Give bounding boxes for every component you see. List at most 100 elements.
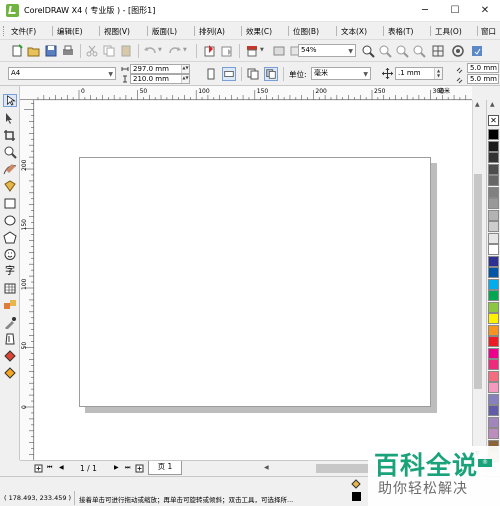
ellipse-tool-icon[interactable] [3,214,17,227]
scroll-left-arrow[interactable]: ◀ [264,464,269,471]
color-swatch[interactable] [488,129,499,140]
zoom-level-select[interactable]: 54% ▼ [298,44,356,57]
color-swatch[interactable] [488,428,499,439]
maximize-button[interactable]: ☐ [440,0,470,22]
basic-shapes-tool-icon[interactable] [3,248,17,261]
smart-fill-tool-icon[interactable] [3,180,17,193]
color-swatch[interactable] [488,370,499,382]
zoom-tool-icon[interactable] [3,146,17,159]
redo-dropdown-icon[interactable]: ▼ [183,47,187,53]
menu-layout[interactable]: 版面(L) [152,26,177,37]
vertical-ruler[interactable]: 200 150 100 50 0 [20,100,34,460]
color-swatch[interactable] [488,198,499,209]
vertical-scroll-thumb[interactable] [474,174,482,389]
color-swatch[interactable] [488,140,499,152]
scroll-up-arrow[interactable]: ▲ [475,101,480,108]
previous-page-button[interactable]: ◀ [59,464,64,471]
zoom-page-icon[interactable] [412,44,426,58]
color-swatch[interactable] [488,255,499,267]
duplicate-distance-y-input[interactable]: 5.0 mm [467,74,499,84]
import-icon[interactable] [203,44,217,58]
page-tab[interactable]: 页 1 [148,461,182,475]
color-swatch[interactable] [488,175,499,186]
crop-tool-icon[interactable] [3,129,17,142]
redo-icon[interactable] [168,44,182,58]
portrait-orientation-icon[interactable] [204,67,218,81]
landscape-orientation-icon[interactable] [222,67,236,81]
fill-color-indicator[interactable] [352,492,361,501]
all-pages-icon[interactable] [246,67,260,81]
cut-icon[interactable] [85,44,99,58]
rectangle-tool-icon[interactable] [3,197,17,210]
menu-effects[interactable]: 效果(C) [246,26,272,37]
no-fill-swatch[interactable]: ✕ [488,115,499,126]
page-width-input[interactable]: 297.0 mm ▲▼ [130,64,190,74]
menu-arrange[interactable]: 排列(A) [199,26,225,37]
print-icon[interactable] [61,44,75,58]
menu-text[interactable]: 文本(X) [341,26,367,37]
color-swatch[interactable] [488,221,499,232]
interactive-blend-tool-icon[interactable] [3,299,17,312]
color-swatch[interactable] [488,278,499,290]
options-icon[interactable] [451,44,465,58]
save-icon[interactable] [44,44,58,58]
last-page-button[interactable]: ⏭ [125,464,130,472]
fill-tool-icon[interactable] [3,350,17,363]
zoom-out-icon[interactable] [378,44,392,58]
menu-tools[interactable]: 工具(O) [435,26,462,37]
units-select[interactable]: 毫米 ▼ [311,67,371,80]
color-swatch[interactable] [488,382,499,393]
application-launcher-icon[interactable] [245,44,259,58]
minimize-button[interactable]: ─ [410,0,440,22]
color-swatch[interactable] [488,244,499,255]
color-swatch[interactable] [488,267,499,278]
launcher-dropdown-icon[interactable]: ▼ [260,47,264,53]
menu-file[interactable]: 文件(F) [11,26,36,37]
document-page[interactable] [79,157,431,407]
color-swatch[interactable] [488,209,499,221]
palette-scroll-up-arrow[interactable]: ▲ [490,101,495,108]
page-size-select[interactable]: A4 ▼ [8,67,116,80]
outline-tool-icon[interactable] [3,333,17,346]
pick-tool-icon[interactable] [3,94,17,107]
undo-icon[interactable] [143,44,157,58]
text-tool-icon[interactable]: 字 [3,265,17,278]
color-swatch[interactable] [488,301,499,313]
fill-indicator-icon[interactable] [351,479,361,489]
menu-view[interactable]: 视图(V) [104,26,130,37]
horizontal-scroll-thumb[interactable] [316,464,376,473]
color-swatch[interactable] [488,416,499,428]
welcome-screen-icon[interactable] [272,44,286,58]
export-icon[interactable] [220,44,234,58]
freehand-tool-icon[interactable] [3,163,17,176]
color-swatch[interactable] [488,232,499,244]
zoom-in-icon[interactable] [361,44,375,58]
color-swatch[interactable] [488,163,499,175]
color-swatch[interactable] [488,347,499,359]
color-swatch[interactable] [488,405,499,416]
new-document-icon[interactable] [10,44,24,58]
zoom-selected-icon[interactable] [395,44,409,58]
first-page-button[interactable]: ⏮ [47,464,52,472]
current-page-icon[interactable] [264,67,278,81]
undo-dropdown-icon[interactable]: ▼ [158,47,162,53]
page-height-input[interactable]: 210.0 mm ▲▼ [130,74,190,84]
paste-icon[interactable] [119,44,133,58]
close-button[interactable]: ✕ [470,0,500,22]
color-swatch[interactable] [488,324,499,336]
nudge-distance-input[interactable]: .1 mm ▲ ▼ [395,67,443,80]
menu-bitmaps[interactable]: 位图(B) [293,26,319,37]
color-swatch[interactable] [488,359,499,370]
eyedropper-tool-icon[interactable] [3,316,17,329]
menu-edit[interactable]: 编辑(E) [57,26,83,37]
copy-icon[interactable] [102,44,116,58]
menu-table[interactable]: 表格(T) [388,26,413,37]
horizontal-ruler[interactable]: 0 50 100 150 200 250 300 毫米 [20,86,472,100]
color-swatch[interactable] [488,152,499,163]
interactive-fill-tool-icon[interactable] [3,367,17,380]
color-swatch[interactable] [488,336,499,347]
snap-to-icon[interactable] [431,44,445,58]
color-swatch[interactable] [488,393,499,405]
menu-window[interactable]: 窗口 [481,26,496,37]
next-page-button[interactable]: ▶ [114,464,119,471]
